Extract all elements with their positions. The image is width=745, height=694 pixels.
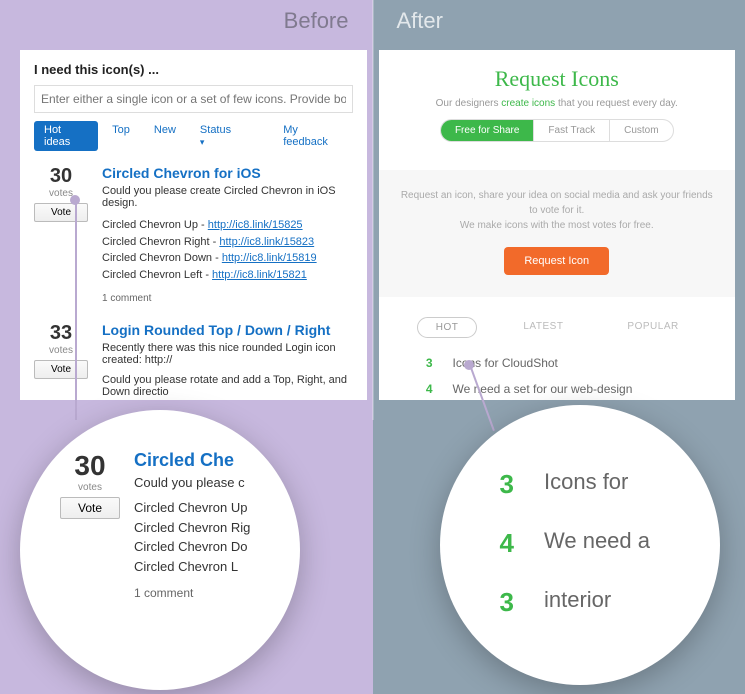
link-line: Circled Chevron Up - http://ic8.link/158…: [102, 217, 353, 234]
pointer-dot: [70, 195, 80, 205]
idea-title[interactable]: Circled Chevron for iOS: [102, 165, 353, 181]
zoom-idea-title[interactable]: Circled Che: [134, 450, 280, 471]
tab-hot-ideas[interactable]: Hot ideas: [34, 121, 98, 151]
idea-item: 33 votes Vote Login Rounded Top / Down /…: [34, 322, 353, 400]
comment-count[interactable]: 1 comment: [102, 293, 353, 304]
tab-new[interactable]: New: [144, 121, 186, 151]
zoom-list-item[interactable]: 3Icons for: [490, 455, 720, 514]
after-subtitle: Our designers create icons that you requ…: [379, 98, 736, 109]
info-block: Request an icon, share your idea on soci…: [379, 170, 736, 297]
idea-desc: Recently there was this nice rounded Log…: [102, 342, 353, 366]
zoom-list-item[interactable]: 4We need a: [490, 514, 720, 573]
chevron-link[interactable]: http://ic8.link/15825: [208, 219, 303, 231]
vote-button[interactable]: Vote: [34, 360, 88, 379]
zoom-after: 3Icons for 4We need a 3interior: [440, 405, 720, 685]
tab-my-feedback[interactable]: My feedback: [273, 121, 352, 151]
zoom-line: Circled Chevron Do: [134, 537, 280, 557]
before-label: Before: [284, 8, 349, 34]
idea-item: 30 votes Vote Circled Chevron for iOS Co…: [34, 165, 353, 304]
vote-box: 30 votes Vote: [34, 165, 88, 304]
pointer-dot: [464, 360, 474, 370]
after-label: After: [397, 8, 443, 34]
tab-top[interactable]: Top: [102, 121, 140, 151]
zoom-list-item[interactable]: 3interior: [490, 573, 720, 632]
seg-fast-track[interactable]: Fast Track: [533, 120, 609, 141]
vote-button[interactable]: Vote: [34, 203, 88, 222]
icon-search-input[interactable]: [34, 85, 353, 113]
info-text-1: Request an icon, share your idea on soci…: [399, 188, 716, 218]
segment-control: Free for Share Fast Track Custom: [440, 119, 674, 142]
after-title: Request Icons: [379, 66, 736, 92]
zoom-vote-label: votes: [60, 482, 120, 493]
zoom-line: Circled Chevron Up: [134, 498, 280, 518]
zoom-vote-button[interactable]: Vote: [60, 497, 120, 519]
info-text-2: We make icons with the most votes for fr…: [399, 218, 716, 233]
tab-status[interactable]: Status: [190, 121, 246, 151]
zoom-before: 30 votes Vote Circled Che Could you plea…: [20, 410, 300, 690]
list-item[interactable]: 3Icons for CloudShot: [419, 350, 696, 376]
vote-label: votes: [34, 345, 88, 356]
filter-tabs: Hot ideas Top New Status My feedback: [34, 121, 353, 151]
pill-latest[interactable]: LATEST: [505, 317, 581, 338]
item-count: 3: [419, 356, 433, 370]
sort-pills: HOT LATEST POPULAR: [379, 317, 736, 338]
vote-label: votes: [34, 188, 88, 199]
zoom-line: Circled Chevron Rig: [134, 518, 280, 538]
request-list: 3Icons for CloudShot 4We need a set for …: [379, 350, 736, 400]
split-divider: [372, 0, 373, 420]
link-line: Circled Chevron Down - http://ic8.link/1…: [102, 250, 353, 267]
list-item[interactable]: 4We need a set for our web-design: [419, 376, 696, 400]
idea-title[interactable]: Login Rounded Top / Down / Right: [102, 322, 353, 338]
idea-desc2: Could you please rotate and add a Top, R…: [102, 374, 353, 398]
pointer-line: [75, 200, 77, 420]
before-panel: I need this icon(s) ... Hot ideas Top Ne…: [20, 50, 367, 400]
chevron-link[interactable]: http://ic8.link/15821: [212, 269, 307, 281]
seg-free[interactable]: Free for Share: [441, 120, 533, 141]
vote-count: 33: [34, 322, 88, 345]
item-count: 4: [419, 382, 433, 396]
vote-box: 33 votes Vote: [34, 322, 88, 400]
create-icons-link[interactable]: create icons: [501, 98, 555, 109]
chevron-link[interactable]: http://ic8.link/15823: [219, 236, 314, 248]
idea-desc: Could you please create Circled Chevron …: [102, 185, 353, 209]
zoom-line: Circled Chevron L: [134, 557, 280, 577]
after-panel: Request Icons Our designers create icons…: [379, 50, 736, 400]
zoom-vote-count: 30: [60, 450, 120, 482]
before-heading: I need this icon(s) ...: [34, 62, 353, 77]
request-icon-button[interactable]: Request Icon: [504, 247, 609, 275]
vote-count: 30: [34, 165, 88, 188]
chevron-link[interactable]: http://ic8.link/15819: [222, 252, 317, 264]
link-line: Circled Chevron Right - http://ic8.link/…: [102, 234, 353, 251]
seg-custom[interactable]: Custom: [609, 120, 672, 141]
zoom-desc: Could you please c: [134, 475, 280, 490]
pill-popular[interactable]: POPULAR: [609, 317, 696, 338]
pill-hot[interactable]: HOT: [417, 317, 478, 338]
zoom-comment-count[interactable]: 1 comment: [134, 586, 280, 600]
link-line: Circled Chevron Left - http://ic8.link/1…: [102, 267, 353, 284]
